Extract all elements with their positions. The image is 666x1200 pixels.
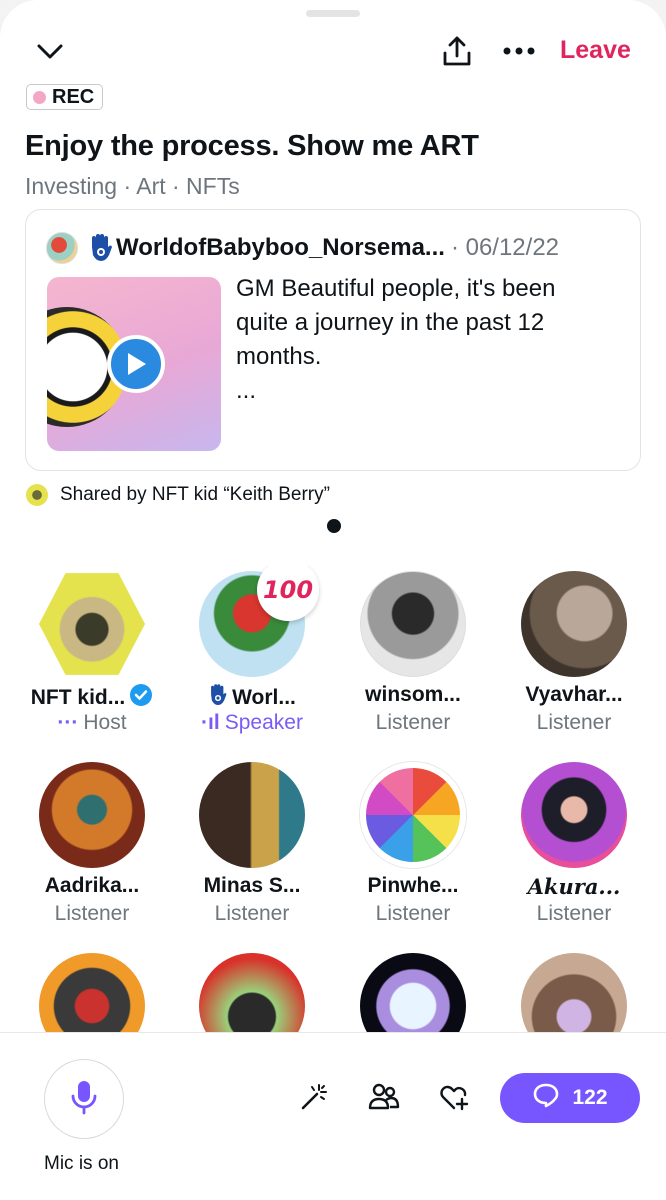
participant-name-text: NFT kid... bbox=[30, 686, 126, 709]
space-sheet: Leave REC Enjoy the process. Show me ART… bbox=[0, 0, 666, 1200]
participant-name: Akura... bbox=[494, 874, 654, 899]
microphone-icon bbox=[69, 1079, 99, 1120]
avatar bbox=[199, 953, 305, 1032]
participant-listener[interactable]: Minas S... Listener bbox=[172, 756, 332, 936]
participant-name-text: Akura... bbox=[527, 874, 621, 899]
pinned-tweet-card[interactable]: WorldofBabyboo_Norsema... · 06/12/22 GM … bbox=[25, 209, 641, 471]
tweet-date: · 06/12/22 bbox=[450, 234, 560, 261]
participant-listener[interactable]: winsom... Listener bbox=[333, 565, 493, 745]
tweet-author-name: WorldofBabyboo_Norsema... bbox=[116, 234, 445, 261]
space-topics: Investing · Art · NFTs bbox=[25, 173, 240, 199]
participant-name-text: Vyavhar... bbox=[525, 683, 623, 706]
hamsa-hand-icon bbox=[88, 233, 114, 263]
avatar bbox=[521, 571, 627, 677]
participant-name: Worl... bbox=[172, 683, 332, 713]
chevron-down-icon[interactable] bbox=[30, 32, 70, 72]
participant-listener[interactable] bbox=[333, 947, 493, 1032]
participant-role: Listener bbox=[375, 902, 451, 925]
participant-name-text: Worl... bbox=[232, 686, 296, 709]
participant-role: ·ıl Speaker bbox=[172, 711, 332, 735]
participant-name: Pinwhe... bbox=[333, 874, 493, 898]
chat-bubble-icon bbox=[532, 1082, 560, 1114]
magic-wand-icon[interactable] bbox=[296, 1079, 332, 1115]
participant-listener[interactable]: Aadrika... Listener bbox=[12, 756, 172, 936]
participant-name-text: Minas S... bbox=[203, 874, 301, 897]
participant-listener[interactable] bbox=[12, 947, 172, 1032]
comment-count: 122 bbox=[572, 1086, 608, 1109]
leave-button[interactable]: Leave bbox=[560, 36, 631, 65]
avatar bbox=[521, 762, 627, 868]
participant-name: Minas S... bbox=[172, 874, 332, 898]
participant-role: Listener bbox=[536, 711, 612, 734]
participant-listener[interactable] bbox=[172, 947, 332, 1032]
tweet-text: GM Beautiful people, it's been quite a j… bbox=[236, 272, 616, 408]
shared-by-text: Shared by NFT kid “Keith Berry” bbox=[60, 484, 330, 505]
avatar bbox=[360, 571, 466, 677]
participant-name-text: winsom... bbox=[365, 683, 461, 706]
participant-name: Vyavhar... bbox=[494, 683, 654, 707]
comments-button[interactable]: 122 bbox=[500, 1073, 640, 1123]
avatar bbox=[199, 762, 305, 868]
avatar bbox=[360, 953, 466, 1032]
rec-label: REC bbox=[52, 85, 95, 108]
mic-button[interactable] bbox=[44, 1059, 124, 1139]
tweet-text-line: quite a journey in the past 12 bbox=[236, 309, 545, 336]
hamsa-hand-icon bbox=[208, 683, 228, 713]
participant-name-text: Aadrika... bbox=[44, 874, 140, 897]
play-icon[interactable] bbox=[107, 335, 165, 393]
avatar bbox=[39, 953, 145, 1032]
participant-listener[interactable]: Akura... Listener bbox=[494, 756, 654, 936]
bottom-bar: Mic is on 122 bbox=[0, 1032, 666, 1200]
participant-host[interactable]: NFT kid... ··· Host bbox=[12, 565, 172, 745]
participant-role-text: Host bbox=[83, 711, 127, 734]
verified-badge-icon bbox=[129, 683, 153, 713]
people-icon[interactable] bbox=[366, 1079, 402, 1115]
participant-listener[interactable] bbox=[494, 947, 654, 1032]
tweet-text-more: ... bbox=[236, 377, 257, 404]
heart-plus-icon[interactable] bbox=[436, 1079, 472, 1115]
space-title: Enjoy the process. Show me ART bbox=[25, 130, 479, 162]
shared-by: Shared by NFT kid “Keith Berry” bbox=[26, 484, 330, 506]
top-bar: Leave bbox=[0, 28, 666, 76]
sharer-avatar bbox=[26, 484, 48, 506]
share-icon[interactable] bbox=[436, 30, 478, 72]
tweet-text-line: months. bbox=[236, 343, 322, 370]
avatar bbox=[521, 953, 627, 1032]
avatar bbox=[360, 762, 466, 868]
participant-name-text: Pinwhe... bbox=[367, 874, 459, 897]
participant-role: Listener bbox=[375, 711, 451, 734]
tweet-video-thumbnail[interactable] bbox=[47, 277, 221, 451]
participant-listener[interactable]: Pinwhe... Listener bbox=[333, 756, 493, 936]
participant-role: Listener bbox=[214, 902, 290, 925]
avatar bbox=[39, 762, 145, 868]
participant-role: Listener bbox=[536, 902, 612, 925]
participant-name: Aadrika... bbox=[12, 874, 172, 898]
participant-role-text: Speaker bbox=[224, 711, 303, 734]
avatar bbox=[39, 573, 145, 675]
participant-role: Listener bbox=[54, 902, 130, 925]
participant-name: winsom... bbox=[333, 683, 493, 707]
participant-name: NFT kid... bbox=[12, 683, 172, 713]
more-icon[interactable] bbox=[496, 30, 542, 72]
tweet-text-line: GM Beautiful people, it's been bbox=[236, 275, 556, 302]
tweet-author-avatar bbox=[46, 232, 78, 264]
participant-role: ··· Host bbox=[12, 711, 172, 735]
mic-status: Mic is on bbox=[44, 1153, 119, 1174]
tweet-header: WorldofBabyboo_Norsema... · 06/12/22 bbox=[46, 232, 559, 264]
rec-badge: REC bbox=[26, 84, 104, 110]
recording-dot-icon bbox=[33, 90, 46, 104]
participant-listener[interactable]: Vyavhar... Listener bbox=[494, 565, 654, 745]
speaking-indicator-icon: ·ıl bbox=[201, 711, 220, 734]
host-indicator-icon: ··· bbox=[57, 711, 79, 734]
sheet-grabber[interactable] bbox=[306, 10, 360, 17]
participants-grid: NFT kid... ··· Host Worl... ·ıl Speaker bbox=[12, 565, 654, 1032]
pager-dot bbox=[327, 519, 341, 533]
